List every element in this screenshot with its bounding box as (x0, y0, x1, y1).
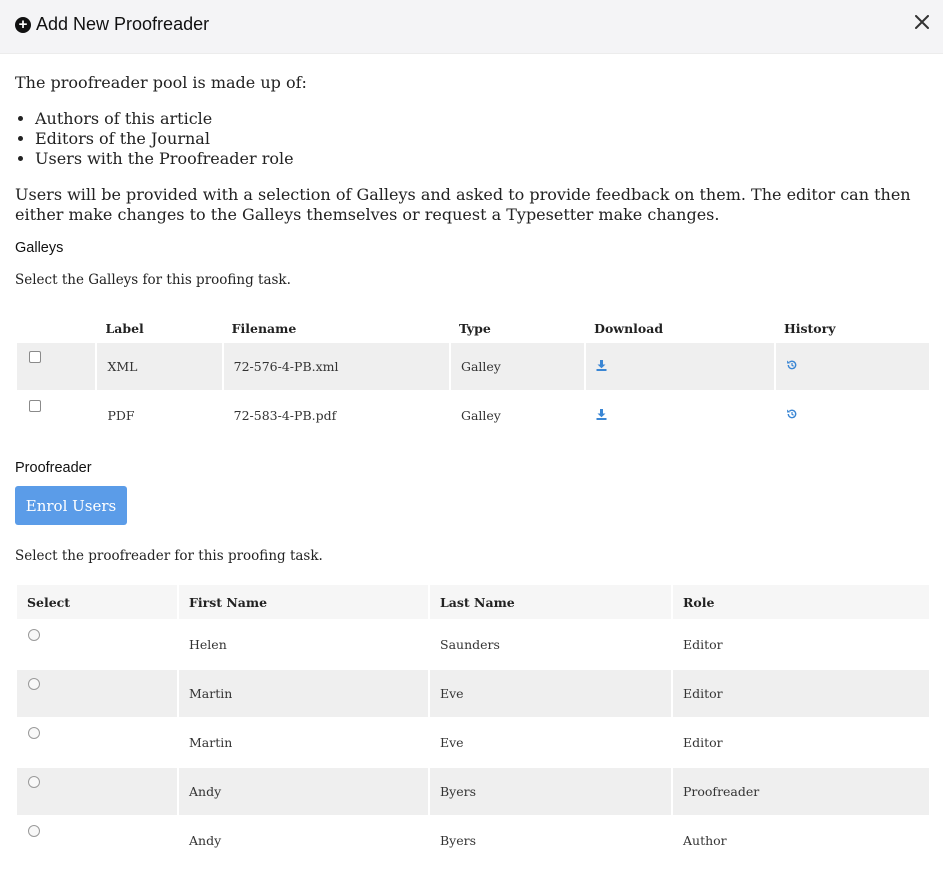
last-name: Byers (430, 768, 671, 815)
column-header: Download (594, 320, 664, 336)
table-row: Andy Byers Author (17, 817, 929, 864)
role: Editor (673, 670, 929, 717)
table-header-row: Label Filename Type Download History (17, 315, 929, 341)
proofreader-heading: Proofreader (15, 460, 92, 476)
table-row: Helen Saunders Editor (17, 621, 929, 668)
column-header: Type (458, 320, 491, 336)
galley-type: Galley (460, 408, 501, 423)
galley-filename: 72-583-4-PB.pdf (233, 408, 337, 423)
intro-section: The proofreader pool is made up of: Auth… (15, 73, 928, 225)
download-icon[interactable] (596, 408, 607, 423)
modal-title: + Add New Proofreader (15, 14, 209, 35)
table-row: PDF 72-583-4-PB.pdf Galley (17, 392, 929, 439)
modal-title-text: Add New Proofreader (36, 14, 210, 34)
download-icon[interactable] (596, 359, 607, 374)
galleys-instruction: Select the Galleys for this proofing tas… (15, 272, 291, 288)
last-name: Byers (440, 833, 477, 848)
enrol-users-button[interactable]: Enrol Users (15, 486, 127, 525)
galley-checkbox[interactable] (29, 351, 41, 363)
table-row: Martin Eve Editor (17, 670, 929, 717)
galleys-table: Label Filename Type Download History XML… (15, 313, 931, 441)
close-icon (915, 15, 929, 29)
galley-filename: 72-576-4-PB.xml (223, 343, 449, 390)
pool-item: Editors of the Journal (35, 129, 928, 149)
last-name: Eve (430, 670, 671, 717)
proofreader-radio[interactable] (28, 825, 40, 837)
column-header: Role (673, 585, 929, 619)
column-header: Last Name (430, 585, 671, 619)
plus-circle-icon: + (15, 16, 31, 33)
first-name: Helen (189, 637, 227, 652)
close-button[interactable] (911, 9, 933, 35)
description-text: Users will be provided with a selection … (15, 185, 911, 224)
table-row: Martin Eve Editor (17, 719, 929, 766)
proofreader-radio[interactable] (28, 629, 40, 641)
first-name: Andy (179, 768, 428, 815)
column-header: Label (105, 320, 144, 336)
first-name: Andy (189, 833, 222, 848)
role: Author (683, 833, 727, 848)
galley-checkbox[interactable] (29, 400, 41, 412)
proofreader-radio[interactable] (28, 727, 40, 739)
column-header (17, 315, 95, 341)
column-header: First Name (179, 585, 428, 619)
galley-type: Galley (450, 343, 585, 390)
galley-label: PDF (107, 408, 135, 423)
galleys-heading: Galleys (15, 240, 64, 256)
last-name: Saunders (440, 637, 500, 652)
table-row: Andy Byers Proofreader (17, 768, 929, 815)
column-header: History (783, 320, 836, 336)
role: Editor (683, 637, 723, 652)
modal-header: + Add New Proofreader (0, 0, 943, 54)
table-header-row: Select First Name Last Name Role (17, 585, 929, 619)
first-name: Martin (189, 735, 233, 750)
galley-label: XML (97, 343, 222, 390)
proofreader-radio[interactable] (28, 776, 40, 788)
column-header: Filename (231, 320, 297, 336)
column-header: Select (17, 585, 177, 619)
first-name: Martin (179, 670, 428, 717)
pool-item: Users with the Proofreader role (35, 149, 928, 169)
pool-text: The proofreader pool is made up of: (15, 73, 307, 92)
history-icon[interactable] (786, 359, 798, 374)
pool-list: Authors of this article Editors of the J… (15, 109, 928, 169)
last-name: Eve (440, 735, 464, 750)
proofreader-table: Select First Name Last Name Role Helen S… (15, 583, 931, 866)
proofreader-instruction: Select the proofreader for this proofing… (15, 548, 323, 564)
history-icon[interactable] (786, 408, 798, 423)
role: Editor (683, 735, 723, 750)
role: Proofreader (673, 768, 929, 815)
pool-item: Authors of this article (35, 109, 928, 129)
proofreader-radio[interactable] (28, 678, 40, 690)
table-row: XML 72-576-4-PB.xml Galley (17, 343, 929, 390)
